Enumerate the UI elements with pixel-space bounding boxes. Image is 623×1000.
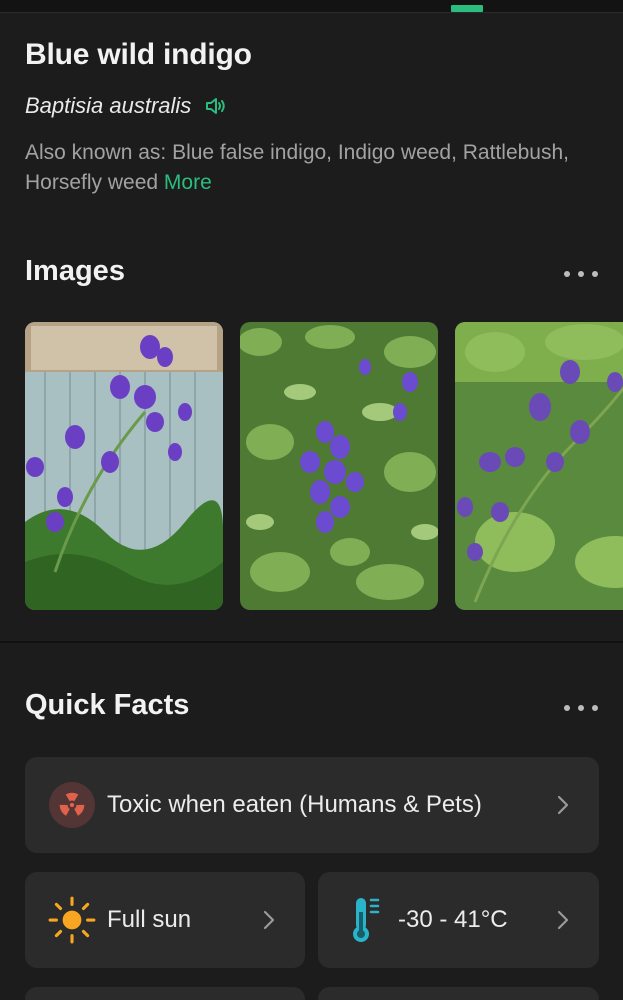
speaker-icon[interactable] — [203, 94, 227, 118]
next-fact-card-right[interactable] — [318, 987, 599, 1000]
image-gallery[interactable] — [0, 322, 623, 611]
chevron-right-icon — [557, 910, 569, 930]
hardiness-label: -30 - 41°C — [398, 906, 508, 933]
also-known-as-text: Also known as: Blue false indigo, Indigo… — [25, 141, 570, 194]
toxic-icon — [49, 782, 95, 828]
more-link[interactable]: More — [164, 171, 212, 194]
hardiness-card[interactable]: -30 - 41°C — [318, 872, 599, 968]
scientific-name-row: Baptisia australis — [25, 93, 227, 119]
quick-facts-more-options-icon[interactable] — [564, 703, 598, 713]
images-more-options-icon[interactable] — [564, 269, 598, 279]
flower-photo-2[interactable] — [240, 322, 438, 610]
next-fact-card-left[interactable] — [25, 987, 305, 1000]
flower-photo-1[interactable] — [25, 322, 223, 610]
quick-facts-heading: Quick Facts — [25, 689, 190, 721]
plant-scientific-name: Baptisia australis — [25, 93, 192, 118]
flower-photo-3[interactable] — [455, 322, 623, 610]
thermometer-icon — [350, 896, 382, 944]
active-tab-indicator — [451, 5, 483, 12]
sunlight-card[interactable]: Full sun — [25, 872, 305, 968]
chevron-right-icon — [263, 910, 275, 930]
images-heading: Images — [25, 255, 125, 287]
also-known-as: Also known as: Blue false indigo, Indigo… — [25, 138, 585, 198]
chevron-right-icon — [557, 795, 569, 815]
toxicity-label: Toxic when eaten (Humans & Pets) — [107, 791, 482, 818]
plant-common-name: Blue wild indigo — [25, 38, 252, 71]
toxicity-card[interactable]: Toxic when eaten (Humans & Pets) — [25, 757, 599, 853]
sun-icon — [47, 895, 97, 945]
sunlight-label: Full sun — [107, 906, 192, 933]
